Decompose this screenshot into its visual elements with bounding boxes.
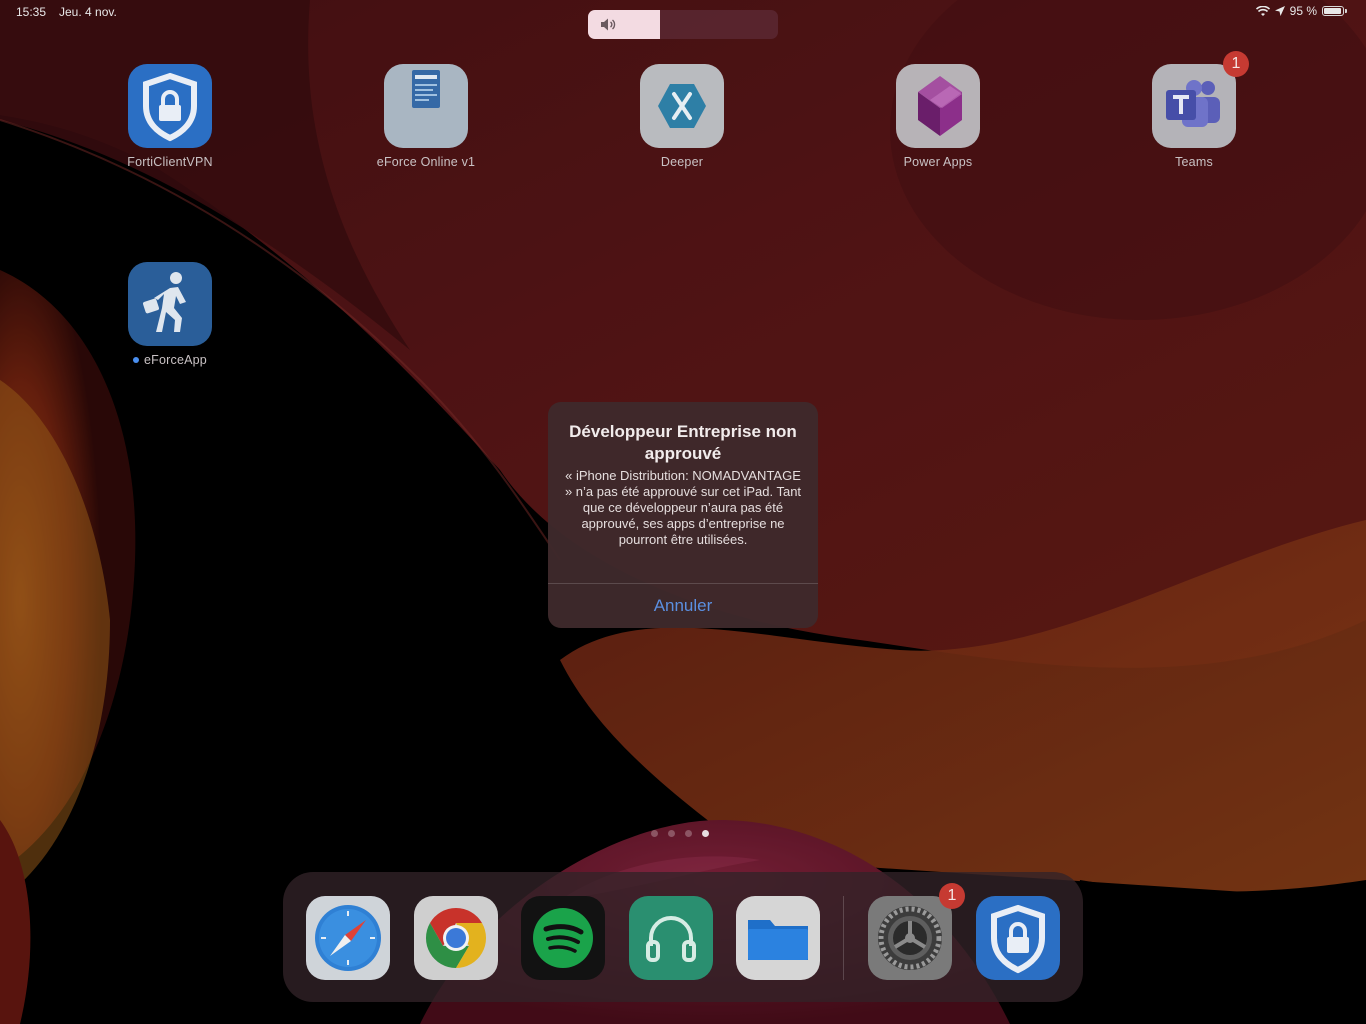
teams-icon: 1 xyxy=(1152,51,1249,148)
page-dot[interactable] xyxy=(651,830,658,837)
cancel-button[interactable]: Annuler xyxy=(548,584,818,628)
app-forticlientvpn[interactable]: FortiClientVPN xyxy=(95,64,245,169)
chrome-icon xyxy=(425,908,487,968)
dock-app-safari[interactable] xyxy=(306,896,390,980)
page-dot[interactable] xyxy=(685,830,692,837)
untrusted-developer-alert: Développeur Entreprise non approuvé « iP… xyxy=(548,402,818,628)
app-deeper[interactable]: Deeper xyxy=(607,64,757,169)
status-time: 15:35 xyxy=(16,5,47,19)
shield-lock-icon xyxy=(991,904,1045,974)
app-teams[interactable]: 1 Teams xyxy=(1119,51,1269,169)
page-dot[interactable] xyxy=(668,830,675,837)
battery-tip xyxy=(1345,9,1347,13)
xamarin-hexagon-icon xyxy=(640,64,724,148)
new-app-dot xyxy=(133,357,140,363)
gear-icon xyxy=(878,906,942,970)
volume-hud[interactable] xyxy=(588,10,778,39)
page-dot-current[interactable] xyxy=(702,830,709,837)
notification-badge: 1 xyxy=(1223,51,1249,77)
app-label-text: eForceApp xyxy=(144,353,207,367)
app-power-apps[interactable]: Power Apps xyxy=(863,64,1013,169)
dock-app-audio[interactable] xyxy=(629,896,713,980)
dock-divider xyxy=(843,896,844,980)
status-date: Jeu. 4 nov. xyxy=(59,5,117,19)
dock-app-forticlientvpn[interactable] xyxy=(976,896,1060,980)
app-label: Power Apps xyxy=(903,155,973,169)
dock-app-spotify[interactable] xyxy=(521,896,605,980)
spotify-icon xyxy=(533,908,593,968)
dock-app-settings[interactable]: 1 xyxy=(868,883,965,980)
power-apps-icon xyxy=(896,64,980,148)
page-indicator[interactable] xyxy=(651,830,709,837)
location-icon xyxy=(1274,6,1285,16)
folder-icon xyxy=(748,920,808,960)
app-label: Teams xyxy=(1175,155,1213,169)
compass-icon xyxy=(315,905,381,971)
dock-app-chrome[interactable] xyxy=(414,896,498,980)
dock-app-files[interactable] xyxy=(736,896,820,980)
shield-lock-icon xyxy=(128,64,212,148)
app-eforce-online[interactable]: eForce Online v1 xyxy=(351,64,501,169)
app-eforceapp[interactable]: eForceApp xyxy=(95,262,245,367)
document-screenshot-icon xyxy=(384,64,468,148)
headphones-icon xyxy=(646,916,696,962)
battery-level-fill xyxy=(1324,8,1342,14)
wifi-icon xyxy=(1255,5,1270,16)
app-label: FortiClientVPN xyxy=(127,155,213,169)
app-label: eForce Online v1 xyxy=(376,155,476,169)
alert-message: « iPhone Distribution: NOMADVANTAGE » n’… xyxy=(564,468,802,547)
walking-person-icon xyxy=(128,262,212,346)
dock: 1 xyxy=(283,872,1083,1002)
notification-badge: 1 xyxy=(939,883,965,909)
speaker-icon xyxy=(601,18,616,31)
alert-title: Développeur Entreprise non approuvé xyxy=(569,422,797,463)
app-label: Deeper xyxy=(660,155,704,169)
volume-level-fill xyxy=(588,10,661,39)
battery-percentage: 95 % xyxy=(1289,4,1317,18)
status-indicators: 95 % xyxy=(1255,4,1347,18)
app-label: eForceApp xyxy=(95,353,245,367)
battery-icon xyxy=(1322,6,1347,16)
